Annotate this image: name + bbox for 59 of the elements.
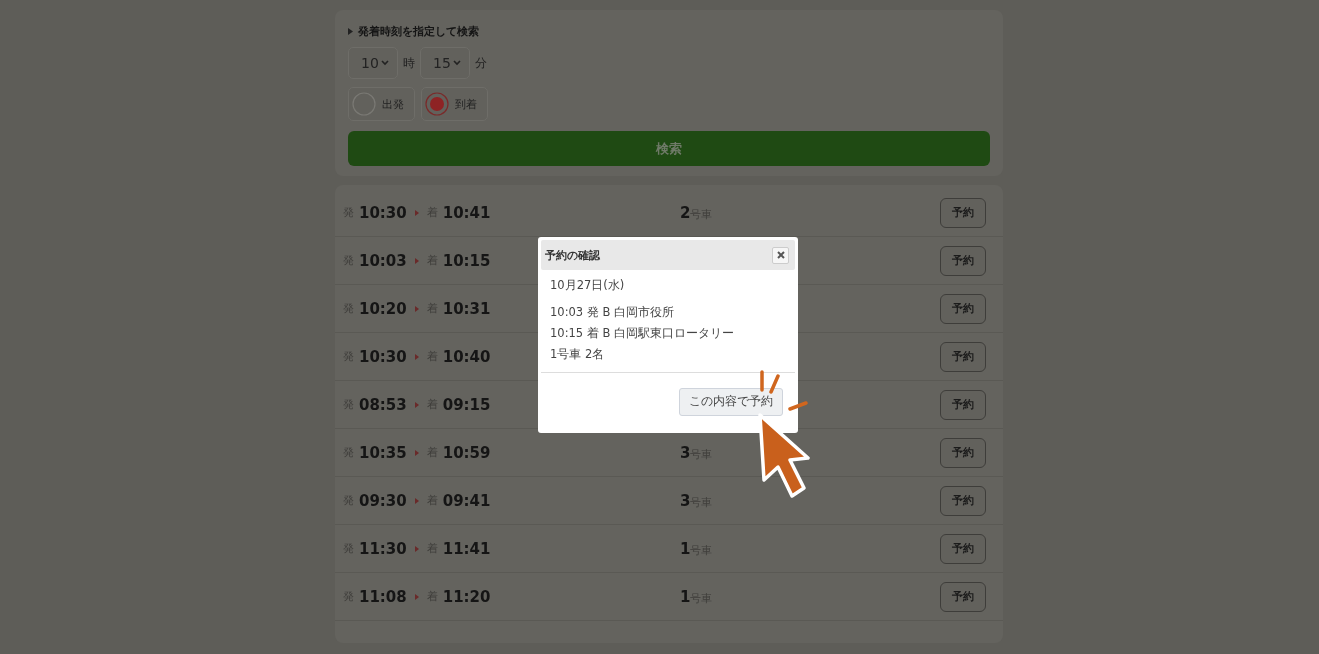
- hour-select[interactable]: 10: [348, 47, 398, 79]
- chevron-down-icon: [453, 60, 461, 66]
- arrival-time: 10:31: [442, 299, 491, 318]
- triangle-icon: [414, 497, 419, 504]
- triangle-icon: [414, 449, 419, 456]
- departure-time: 10:03: [359, 251, 407, 270]
- arrival-time: 11:20: [442, 587, 491, 606]
- chevron-down-icon: [381, 60, 389, 66]
- reserve-button[interactable]: 予約: [940, 245, 986, 276]
- triangle-icon: [414, 545, 419, 552]
- reserve-button[interactable]: 予約: [940, 341, 986, 372]
- reservation-date: 10月27日(水): [550, 278, 626, 293]
- reserve-button[interactable]: 予約: [940, 581, 986, 612]
- arrival-time: 09:41: [442, 491, 491, 510]
- section-heading: 発着時刻を指定して検索: [358, 24, 479, 39]
- close-icon: [776, 251, 785, 259]
- minute-select[interactable]: 15: [420, 47, 470, 79]
- arrival-time: 10:15: [442, 251, 491, 270]
- close-button[interactable]: [772, 246, 789, 264]
- mode-radio-option[interactable]: 到着: [421, 87, 488, 121]
- search-button[interactable]: 検索: [348, 131, 990, 166]
- reservation-detail: 10:03 発 B 白岡市役所: [550, 305, 675, 320]
- triangle-icon: [414, 209, 419, 216]
- departure-time: 11:08: [359, 587, 407, 606]
- reservation-detail: 1号車 2名: [550, 347, 606, 362]
- car-number: 3: [680, 491, 691, 510]
- arrival-time: 09:15: [442, 395, 491, 414]
- dialog-title: 予約の確認: [545, 247, 600, 263]
- triangle-icon: [414, 401, 419, 408]
- triangle-icon: [414, 305, 419, 312]
- car-number: 1: [680, 587, 691, 606]
- hour-unit: 時: [403, 54, 415, 72]
- reserve-button[interactable]: 予約: [940, 437, 986, 468]
- triangle-icon: [414, 257, 419, 264]
- reserve-button[interactable]: 予約: [940, 533, 986, 564]
- triangle-icon: [414, 353, 419, 360]
- departure-time: 09:30: [359, 491, 407, 510]
- minute-unit: 分: [475, 54, 487, 72]
- arrival-time: 10:41: [442, 203, 491, 222]
- reserve-button[interactable]: 予約: [940, 485, 986, 516]
- departure-time: 11:30: [359, 539, 407, 558]
- departure-time: 10:20: [359, 299, 407, 318]
- departure-time: 08:53: [359, 395, 407, 414]
- car-number: 3: [680, 443, 691, 462]
- confirm-reserve-button[interactable]: この内容で予約: [679, 387, 783, 416]
- departure-time: 10:30: [359, 347, 407, 366]
- car-number: 1: [680, 539, 691, 558]
- reserve-button[interactable]: 予約: [940, 197, 986, 228]
- arrival-time: 10:40: [442, 347, 491, 366]
- triangle-icon: [414, 593, 419, 600]
- arrival-time: 10:59: [442, 443, 491, 462]
- reservation-detail: 10:15 着 B 白岡駅東口ロータリー: [550, 326, 735, 341]
- car-number: 2: [680, 203, 691, 222]
- departure-time: 10:30: [359, 203, 407, 222]
- departure-time: 10:35: [359, 443, 407, 462]
- reserve-button[interactable]: 予約: [940, 293, 986, 324]
- reserve-button[interactable]: 予約: [940, 389, 986, 420]
- arrival-time: 11:41: [442, 539, 491, 558]
- triangle-icon: [348, 28, 353, 35]
